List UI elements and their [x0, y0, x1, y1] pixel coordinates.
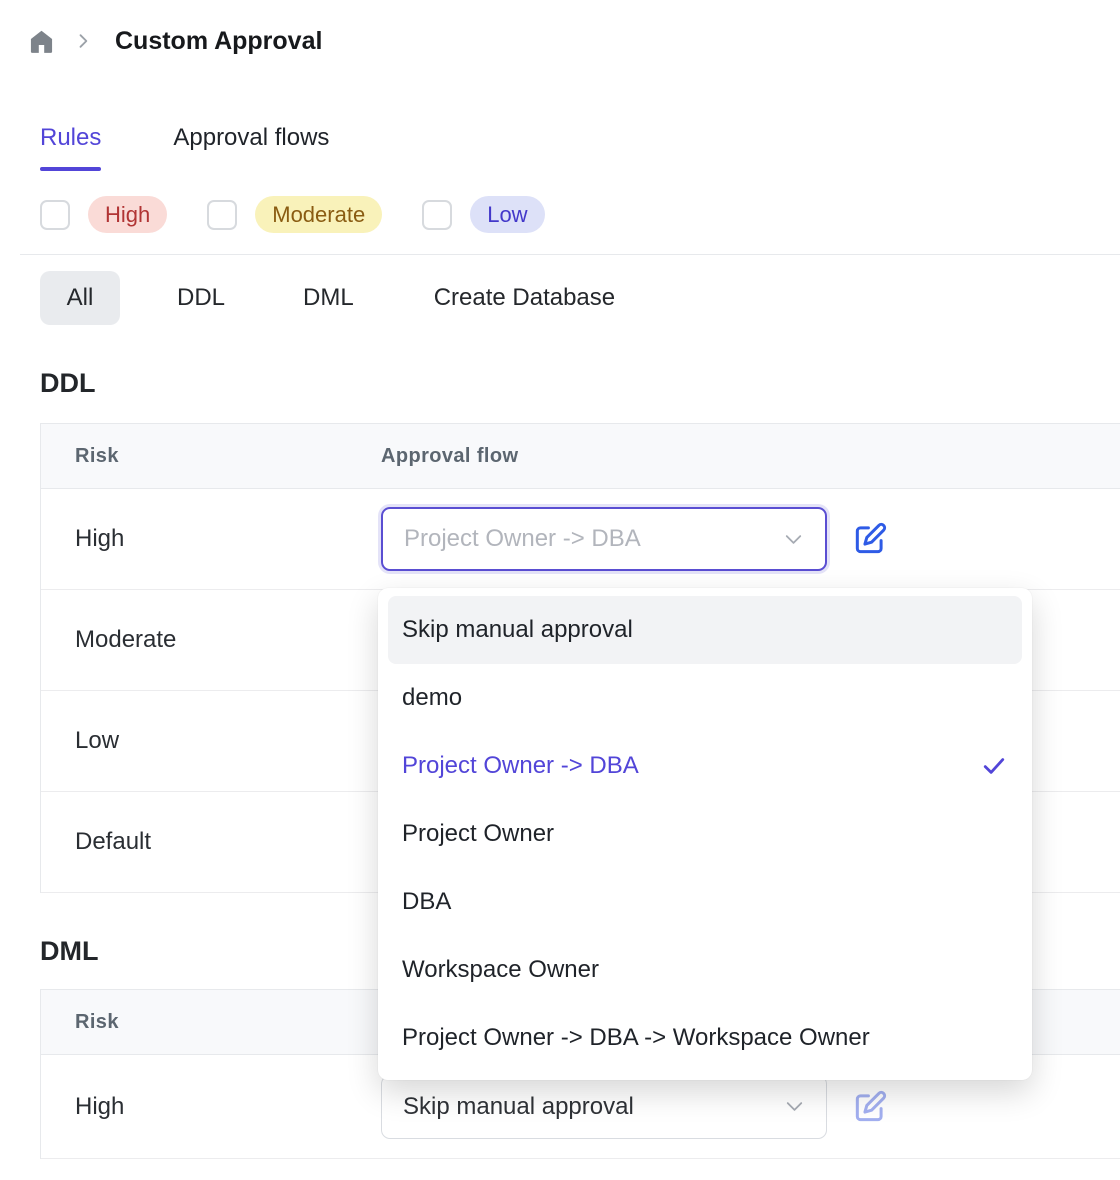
approval-flow-select-ddl-high[interactable]: Project Owner -> DBA	[381, 507, 827, 571]
high-badge[interactable]: High	[88, 196, 167, 233]
category-tab-create-database[interactable]: Create Database	[434, 282, 615, 314]
risk-cell: Low	[41, 727, 381, 755]
dropdown-item-label: Skip manual approval	[402, 616, 633, 644]
edit-approval-flow-button[interactable]	[851, 1088, 889, 1126]
moderate-badge[interactable]: Moderate	[255, 196, 382, 233]
dropdown-item-label: demo	[402, 684, 462, 712]
risk-cell: High	[41, 1093, 381, 1121]
section-title-ddl: DDL	[40, 365, 1120, 401]
approval-flow-dropdown: Skip manual approval demo Project Owner …	[378, 588, 1032, 1080]
approval-flow-select-dml-high[interactable]: Skip manual approval	[381, 1075, 827, 1139]
dropdown-item-label: Project Owner	[402, 820, 554, 848]
breadcrumb-chevron-icon	[73, 31, 93, 51]
dropdown-item-label: Project Owner -> DBA -> Workspace Owner	[402, 1024, 870, 1052]
risk-filter-low: Low	[422, 196, 544, 233]
column-header-risk: Risk	[41, 445, 381, 468]
ddl-table-header: Risk Approval flow	[41, 424, 1120, 489]
check-icon	[980, 752, 1008, 780]
tab-approval-flows-label: Approval flows	[173, 124, 329, 151]
dropdown-item-label: Project Owner -> DBA	[402, 752, 639, 780]
tab-approval-flows[interactable]: Approval flows	[173, 122, 329, 171]
tab-bar: Rules Approval flows	[40, 122, 1120, 171]
dropdown-item-project-owner-dba[interactable]: Project Owner -> DBA	[388, 732, 1022, 800]
moderate-checkbox[interactable]	[207, 200, 237, 230]
table-row-ddl-high: High Project Owner -> DBA	[41, 489, 1120, 590]
chevron-down-icon	[780, 526, 807, 553]
select-value: Skip manual approval	[403, 1093, 634, 1121]
column-header-approval-flow: Approval flow	[381, 445, 518, 468]
risk-cell: High	[41, 525, 381, 553]
dropdown-item-project-owner-dba-workspace-owner[interactable]: Project Owner -> DBA -> Workspace Owner	[388, 1004, 1022, 1072]
low-badge[interactable]: Low	[470, 196, 544, 233]
risk-filter-row: High Moderate Low	[40, 196, 1120, 233]
breadcrumb: Custom Approval	[0, 0, 1120, 58]
risk-filter-moderate: Moderate	[207, 196, 382, 233]
page-title: Custom Approval	[115, 24, 322, 58]
column-header-risk: Risk	[41, 1011, 381, 1034]
category-tab-ddl[interactable]: DDL	[177, 282, 225, 314]
category-tab-dml[interactable]: DML	[303, 282, 354, 314]
high-checkbox[interactable]	[40, 200, 70, 230]
risk-cell: Default	[41, 828, 381, 856]
dropdown-item-label: DBA	[402, 888, 451, 916]
chevron-down-icon	[781, 1093, 808, 1120]
dropdown-item-workspace-owner[interactable]: Workspace Owner	[388, 936, 1022, 1004]
dropdown-item-demo[interactable]: demo	[388, 664, 1022, 732]
tab-rules[interactable]: Rules	[40, 122, 101, 171]
custom-approval-page: Custom Approval Rules Approval flows Hig…	[0, 0, 1120, 1180]
home-icon[interactable]	[28, 28, 55, 55]
select-value: Project Owner -> DBA	[404, 525, 641, 553]
dropdown-item-dba[interactable]: DBA	[388, 868, 1022, 936]
category-tabs: All DDL DML Create Database	[40, 271, 1120, 325]
edit-approval-flow-button[interactable]	[851, 520, 889, 558]
dropdown-item-project-owner[interactable]: Project Owner	[388, 800, 1022, 868]
risk-filter-high: High	[40, 196, 167, 233]
category-tab-all[interactable]: All	[40, 271, 120, 325]
dropdown-item-label: Workspace Owner	[402, 956, 599, 984]
active-tab-underline	[40, 167, 101, 171]
low-checkbox[interactable]	[422, 200, 452, 230]
horizontal-divider	[20, 254, 1120, 255]
risk-cell: Moderate	[41, 626, 381, 654]
tab-rules-label: Rules	[40, 124, 101, 151]
dropdown-item-skip-manual-approval[interactable]: Skip manual approval	[388, 596, 1022, 664]
